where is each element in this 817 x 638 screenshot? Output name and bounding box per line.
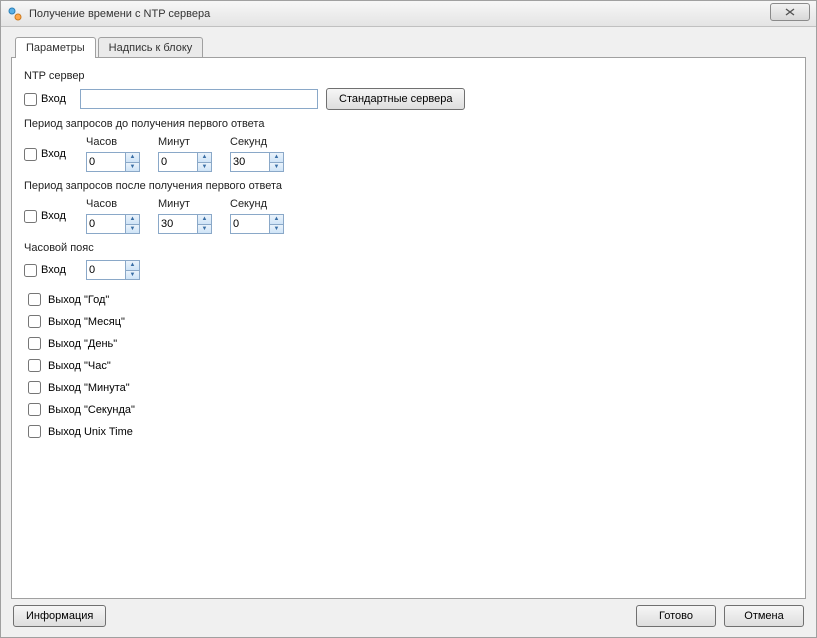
tab-panel-parameters: NTP сервер Вход Стандартные сервера Пери… (11, 57, 806, 599)
timezone-input-label: Вход (41, 264, 66, 276)
spin-up-icon[interactable]: ▲ (198, 215, 211, 225)
pb-minutes-spinner[interactable]: ▲▼ (158, 152, 212, 172)
titlebar: Получение времени с NTP сервера (1, 1, 816, 27)
dialog-footer: Информация Готово Отмена (11, 599, 806, 629)
cancel-button[interactable]: Отмена (724, 605, 804, 627)
pa-seconds-spinner[interactable]: ▲▼ (230, 214, 284, 234)
tab-parameters[interactable]: Параметры (15, 37, 96, 58)
spin-up-icon[interactable]: ▲ (270, 153, 283, 163)
timezone-checkbox[interactable] (24, 264, 37, 277)
spin-down-icon[interactable]: ▼ (126, 271, 139, 280)
pb-minutes-label: Минут (158, 136, 212, 148)
ntp-input-check[interactable]: Вход (24, 93, 72, 106)
pa-minutes-label: Минут (158, 198, 212, 210)
timezone-spinner[interactable]: ▲▼ (86, 260, 140, 280)
ntp-input-checkbox[interactable] (24, 93, 37, 106)
spin-down-icon[interactable]: ▼ (198, 163, 211, 172)
spin-down-icon[interactable]: ▼ (198, 225, 211, 234)
window-title: Получение времени с NTP сервера (29, 8, 210, 20)
spin-down-icon[interactable]: ▼ (270, 163, 283, 172)
tabstrip: Параметры Надпись к блоку (11, 37, 806, 58)
pb-seconds-spinner[interactable]: ▲▼ (230, 152, 284, 172)
pa-seconds-label: Секунд (230, 198, 284, 210)
pa-seconds-input[interactable] (231, 215, 269, 233)
section-timezone: Часовой пояс (24, 242, 793, 254)
period-before-checkbox[interactable] (24, 148, 37, 161)
pb-hours-input[interactable] (87, 153, 125, 171)
spin-down-icon[interactable]: ▼ (126, 225, 139, 234)
output-year[interactable]: Выход "Год" (24, 290, 793, 309)
ntp-server-input[interactable] (80, 89, 318, 109)
info-button[interactable]: Информация (13, 605, 106, 627)
spin-down-icon[interactable]: ▼ (126, 163, 139, 172)
output-second[interactable]: Выход "Секунда" (24, 400, 793, 419)
pb-minutes-input[interactable] (159, 153, 197, 171)
output-month[interactable]: Выход "Месяц" (24, 312, 793, 331)
period-after-input-label: Вход (41, 210, 66, 222)
pb-seconds-label: Секунд (230, 136, 284, 148)
period-after-checkbox[interactable] (24, 210, 37, 223)
dialog-window: Получение времени с NTP сервера Параметр… (0, 0, 817, 638)
spin-up-icon[interactable]: ▲ (198, 153, 211, 163)
pa-hours-label: Часов (86, 198, 140, 210)
tab-block-label[interactable]: Надпись к блоку (98, 37, 204, 58)
output-minute[interactable]: Выход "Минута" (24, 378, 793, 397)
output-hour[interactable]: Выход "Час" (24, 356, 793, 375)
spin-up-icon[interactable]: ▲ (126, 215, 139, 225)
output-day[interactable]: Выход "День" (24, 334, 793, 353)
pa-hours-spinner[interactable]: ▲▼ (86, 214, 140, 234)
spin-up-icon[interactable]: ▲ (270, 215, 283, 225)
period-after-check[interactable]: Вход (24, 210, 72, 223)
ok-button[interactable]: Готово (636, 605, 716, 627)
section-ntp-server: NTP сервер (24, 70, 793, 82)
spin-down-icon[interactable]: ▼ (270, 225, 283, 234)
section-period-before: Период запросов до получения первого отв… (24, 118, 793, 130)
standard-servers-button[interactable]: Стандартные сервера (326, 88, 465, 110)
app-icon (7, 6, 23, 22)
pb-hours-label: Часов (86, 136, 140, 148)
pa-minutes-input[interactable] (159, 215, 197, 233)
period-before-check[interactable]: Вход (24, 148, 72, 161)
pb-hours-spinner[interactable]: ▲▼ (86, 152, 140, 172)
pa-minutes-spinner[interactable]: ▲▼ (158, 214, 212, 234)
output-unix-time[interactable]: Выход Unix Time (24, 422, 793, 441)
timezone-input[interactable] (87, 261, 125, 279)
spin-up-icon[interactable]: ▲ (126, 153, 139, 163)
section-period-after: Период запросов после получения первого … (24, 180, 793, 192)
client-area: Параметры Надпись к блоку NTP сервер Вхо… (1, 27, 816, 637)
spin-up-icon[interactable]: ▲ (126, 261, 139, 271)
pa-hours-input[interactable] (87, 215, 125, 233)
timezone-check[interactable]: Вход (24, 264, 72, 277)
outputs-list: Выход "Год" Выход "Месяц" Выход "День" В… (24, 290, 793, 441)
close-button[interactable] (770, 3, 810, 21)
pb-seconds-input[interactable] (231, 153, 269, 171)
period-before-input-label: Вход (41, 148, 66, 160)
ntp-input-label: Вход (41, 93, 66, 105)
